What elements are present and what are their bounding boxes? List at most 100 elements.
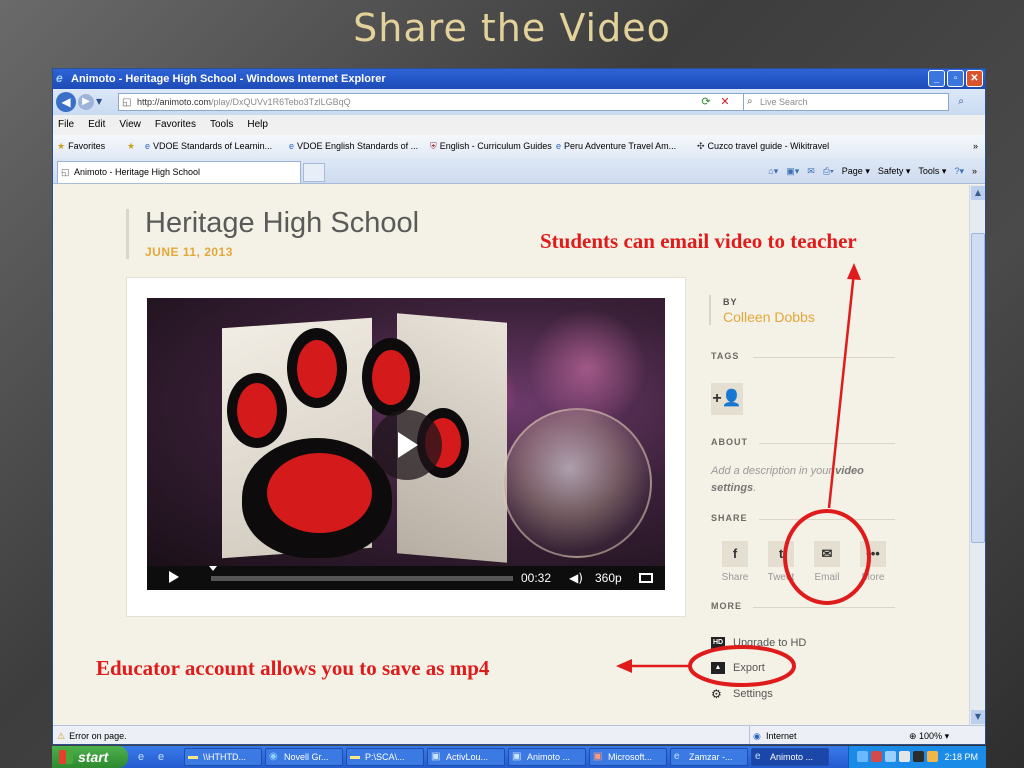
zone-label: Internet [766,731,797,741]
play-button[interactable] [169,571,179,583]
tray-icon[interactable] [885,751,896,762]
search-button[interactable]: ⌕ [953,94,969,110]
taskbar-item-label: Animoto ... [527,752,571,762]
video-player[interactable] [147,298,665,566]
close-button[interactable]: ✕ [966,70,983,87]
share-button-label: Share [721,572,749,583]
facebook-share-button[interactable]: f Share [712,541,758,583]
about-prefix: Add a description in your [711,465,836,477]
forward-button[interactable]: ▶ [78,94,94,110]
tab-animoto[interactable]: ◱ Animoto - Heritage High School [57,161,301,183]
video-card: 00:32 ◀) 360p [126,277,686,617]
fullscreen-icon[interactable] [639,573,653,583]
menu-edit[interactable]: Edit [88,115,105,135]
taskbar-item[interactable]: ▣ Microsoft... [589,748,667,766]
favorite-label: VDOE Standards of Learnin... [153,141,273,151]
volume-icon[interactable]: ◀) [569,566,583,590]
favorite-link[interactable]: e Peru Adventure Travel Am... [556,135,676,158]
more-share-button[interactable]: ••• More [850,541,896,583]
taskbar-item[interactable]: ▣ Animoto ... [508,748,586,766]
command-safety[interactable]: Safety ▾ [878,162,911,180]
feeds-icon[interactable]: ▣▾ [786,162,799,180]
menu-tools[interactable]: Tools [210,115,233,135]
menu-view[interactable]: View [119,115,141,135]
share-divider [759,519,895,520]
taskbar-item[interactable]: ◉ Novell Gr... [265,748,343,766]
taskbar-item[interactable]: ▬ \\HTHTD... [184,748,262,766]
back-button[interactable]: ◀ [56,92,76,112]
minimize-button[interactable]: _ [928,70,945,87]
add-tag-button[interactable]: +👤 [711,383,743,415]
url-path: /play/DxQUVv1R6Tebo3TzlLGBqQ [211,97,351,107]
scroll-down-icon[interactable]: ▼ [971,710,985,724]
tray-icon[interactable] [913,751,924,762]
tab-label: Animoto - Heritage High School [74,167,201,177]
paw-toe-pad [297,340,337,398]
new-tab-button[interactable] [303,163,325,182]
home-icon[interactable]: ⌂▾ [768,162,778,180]
favorites-label: Favorites [68,141,106,151]
powerpoint-icon: ▣ [593,751,603,762]
tray-icon[interactable] [927,751,938,762]
ie-logo-icon: e [56,71,63,85]
page-heading: Heritage High School [145,207,420,239]
ie-page-icon: e [289,141,295,151]
scrubber-handle[interactable] [209,566,217,571]
share-button-label: Tweet [767,572,795,583]
author-name[interactable]: Colleen Dobbs [723,309,815,325]
command-page[interactable]: Page ▾ [842,162,870,180]
security-icon[interactable] [871,751,882,762]
menu-help[interactable]: Help [247,115,268,135]
taskbar-item[interactable]: ▣ ActivLou... [427,748,505,766]
error-status[interactable]: ⚠ Error on page. [57,726,127,744]
search-icon: ⌕ [747,96,753,107]
warning-icon: ⚠ [57,731,66,741]
more-favorites-chevron-icon[interactable]: » [973,135,978,158]
favorite-link[interactable]: ✣ Cuzco travel guide - Wikitravel [697,135,829,158]
by-label: BY [723,297,738,307]
menu-file[interactable]: File [58,115,74,135]
taskbar-item[interactable]: ▬ P:\SCA\... [346,748,424,766]
refresh-button[interactable]: ⟳ [698,94,714,110]
stop-button[interactable]: ✕ [717,94,733,110]
quality-selector[interactable]: 360p [595,566,622,590]
print-icon[interactable]: ⎙▾ [823,162,834,180]
mail-icon[interactable]: ✉ [807,162,815,180]
favorite-link[interactable]: e VDOE English Standards of ... [289,135,418,158]
taskbar-item-active[interactable]: e Animoto ... [751,748,829,766]
command-tools[interactable]: Tools ▾ [918,162,946,180]
video-glass-sphere [502,408,652,558]
history-dropdown-icon[interactable]: ▼ [96,97,102,106]
upgrade-hd-link[interactable]: HD Upgrade to HD [711,637,806,650]
ie-quicklaunch-icon[interactable]: e [158,750,172,764]
tray-icon[interactable] [899,751,910,762]
search-input[interactable]: ⌕ Live Search [743,93,949,111]
big-play-button[interactable] [372,410,442,480]
favorites-button[interactable]: ★ Favorites [57,135,105,158]
url-input[interactable]: ◱ http://animoto.com/play/DxQUVv1R6Tebo3… [118,93,748,111]
scroll-up-icon[interactable]: ▲ [971,186,985,200]
settings-link[interactable]: ⚙ Settings [711,687,773,701]
start-button[interactable]: start [52,746,128,768]
export-link[interactable]: ▲ Export [711,662,765,675]
zoom-control[interactable]: ⊕ 100% ▾ [909,726,949,744]
folder-icon: ▬ [350,751,360,762]
favorite-link[interactable]: e VDOE Standards of Learnin... [145,135,272,158]
vertical-scrollbar[interactable]: ▲ ▼ [969,185,985,725]
more-commands-chevron-icon[interactable]: » [972,162,977,180]
email-button[interactable]: ✉ Email [804,541,850,583]
scroll-thumb[interactable] [971,233,985,543]
security-zone: ◉ Internet [749,726,869,744]
maximize-button[interactable]: ▫ [947,70,964,87]
ie-quicklaunch-icon[interactable]: e [138,750,152,764]
taskbar-item[interactable]: e Zamzar -... [670,748,748,766]
help-icon[interactable]: ?▾ [954,162,964,180]
menu-favorites[interactable]: Favorites [155,115,196,135]
add-person-icon: +👤 [712,390,742,407]
progress-bar[interactable] [211,576,513,581]
favorite-label: Peru Adventure Travel Am... [564,141,677,151]
favorite-link[interactable]: ⛨ English - Curriculum Guides [430,135,552,158]
add-favorite-button[interactable]: ★ [127,135,138,158]
tweet-button[interactable]: t Tweet [758,541,804,583]
network-icon[interactable] [857,751,868,762]
